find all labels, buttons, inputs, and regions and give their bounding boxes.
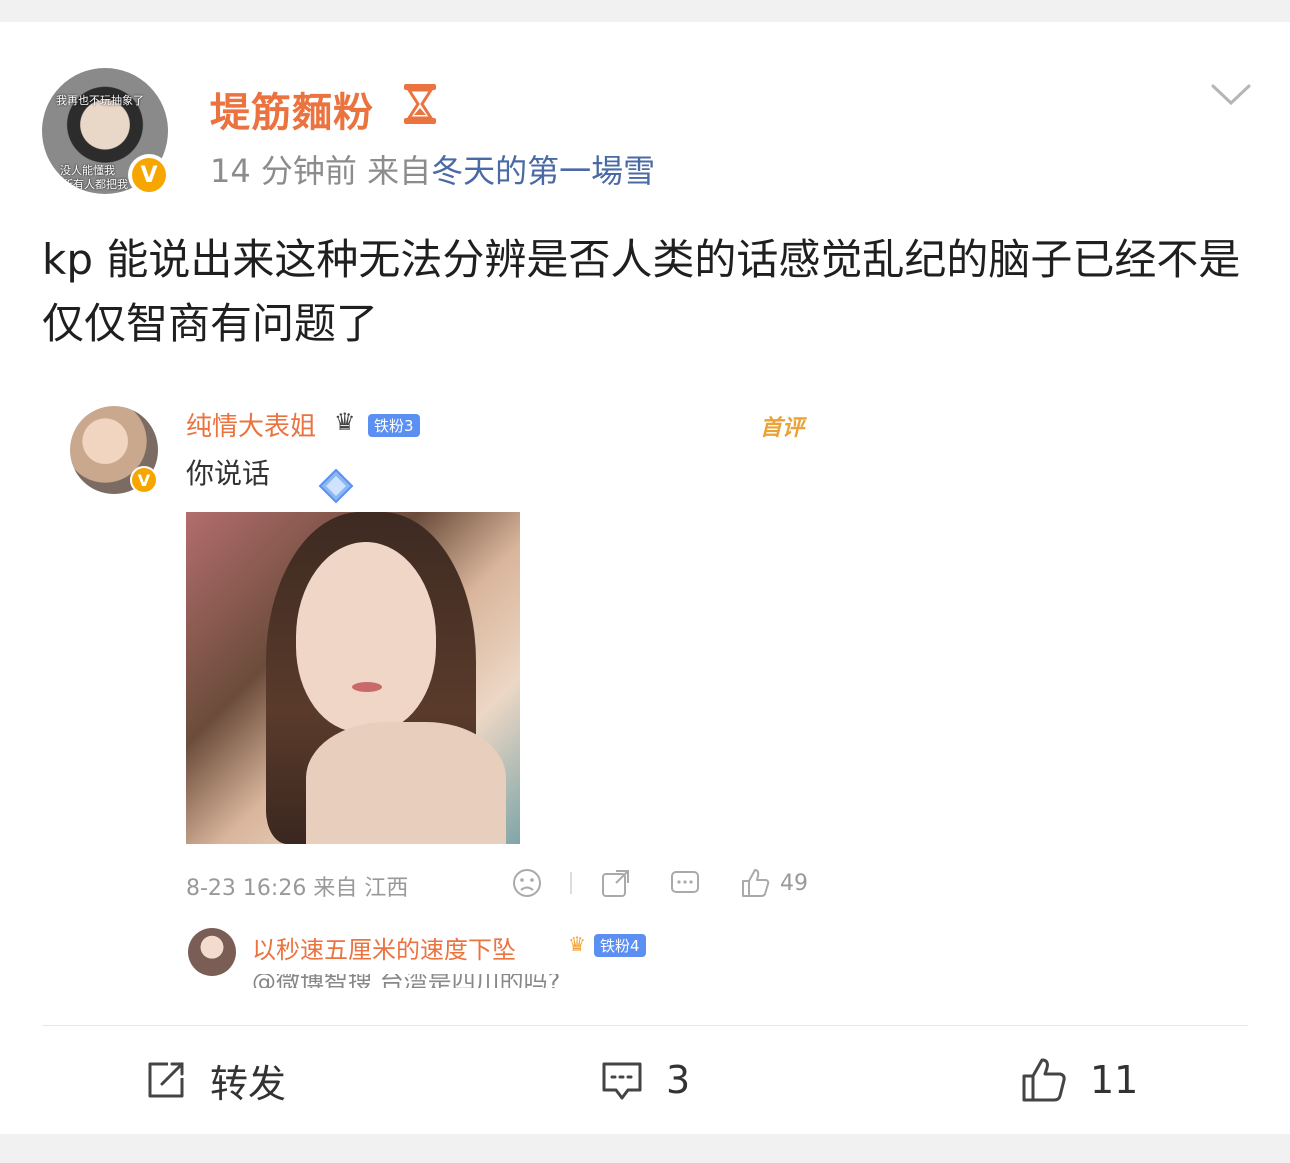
fan-badge: 铁粉3 bbox=[368, 414, 420, 437]
reply-avatar bbox=[188, 928, 236, 976]
reply-username: 以秒速五厘米的速度下坠 bbox=[252, 936, 516, 964]
avatar-caption: 所有人都把我 bbox=[62, 178, 128, 191]
comment-button[interactable]: 3 bbox=[600, 1052, 690, 1108]
comment-icon bbox=[671, 871, 699, 893]
post-text: kp 能说出来这种无法分辨是否人类的话感觉乱纪的脑子已经不是仅仅智商有问题了 bbox=[42, 235, 1241, 348]
thumbs-up-icon bbox=[1022, 1058, 1066, 1102]
repost-icon bbox=[148, 1062, 184, 1098]
source-prefix: 来自 bbox=[367, 152, 432, 190]
diamond-icon bbox=[318, 468, 354, 504]
crown-icon: ♛ bbox=[334, 408, 356, 436]
dislike-icon bbox=[513, 869, 541, 897]
comment-verified-icon: V bbox=[130, 466, 158, 494]
comment-photo bbox=[186, 512, 520, 844]
comment-actions: 49 bbox=[510, 866, 808, 900]
embedded-image[interactable]: V 纯情大表姐 ♛ 铁粉3 首评 你说话 8-23 16:26 来自 江西 49… bbox=[42, 392, 842, 988]
verified-badge-icon: V bbox=[128, 154, 170, 196]
verified-badge-letter: V bbox=[132, 158, 166, 192]
like-button[interactable]: 11 bbox=[1020, 1052, 1138, 1108]
fan-badge: 铁粉4 bbox=[594, 934, 646, 957]
first-comment-tag: 首评 bbox=[760, 416, 805, 441]
username[interactable]: 堤筋麵粉 bbox=[210, 80, 374, 138]
comment-bubble-icon bbox=[602, 1062, 642, 1100]
divider bbox=[42, 1025, 1248, 1026]
comment-username: 纯情大表姐 bbox=[186, 412, 317, 442]
comment-text: 你说话 bbox=[186, 457, 271, 490]
bottom-gap bbox=[0, 1134, 1290, 1163]
hourglass-icon bbox=[404, 84, 436, 124]
crown-icon: ♛ bbox=[568, 932, 586, 956]
comment-count: 3 bbox=[666, 1058, 691, 1102]
thumbs-up-icon bbox=[742, 869, 770, 897]
comment-location: 江西 bbox=[364, 876, 409, 901]
chevron-down-icon[interactable] bbox=[1210, 82, 1252, 108]
post-time: 14 分钟前 bbox=[210, 152, 357, 190]
comment-footer: 8-23 16:26 来自 江西 bbox=[186, 870, 408, 902]
comment-date: 8-23 16:26 bbox=[186, 876, 307, 901]
reply-text-cut: @微博智搜 台湾是四川的吗? bbox=[252, 974, 672, 988]
avatar-caption: 我再也不玩抽象了 bbox=[56, 94, 144, 107]
repost-label: 转发 bbox=[210, 1061, 287, 1106]
post-meta: 14 分钟前 来自冬天的第一場雪 bbox=[210, 146, 655, 192]
reply-text: @微博智搜 台湾是四川的吗? bbox=[252, 974, 561, 988]
comment-like-count: 49 bbox=[780, 870, 808, 896]
repost-button[interactable]: 转发 bbox=[144, 1052, 286, 1108]
comment-from: 来自 bbox=[313, 876, 358, 901]
like-count: 11 bbox=[1090, 1058, 1139, 1102]
share-icon bbox=[602, 870, 629, 897]
post-source-link[interactable]: 冬天的第一場雪 bbox=[431, 152, 655, 190]
